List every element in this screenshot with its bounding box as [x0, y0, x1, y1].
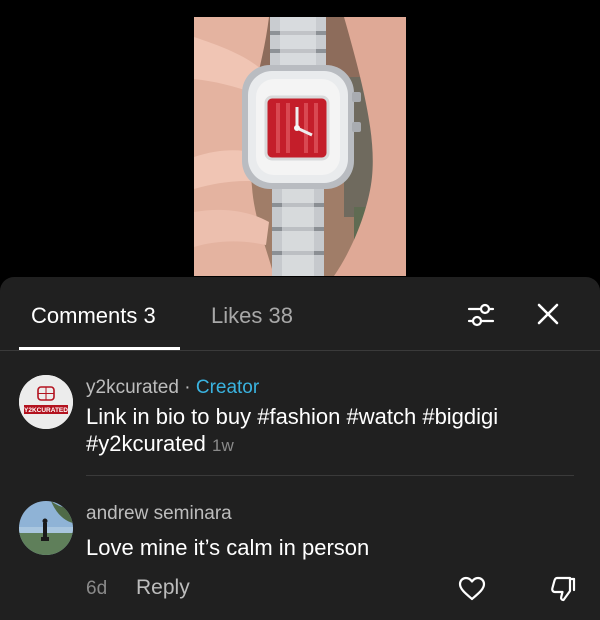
tab-likes[interactable]: Likes 38 [211, 302, 293, 330]
separator-dot: · [184, 377, 191, 398]
comment-time: 1w [211, 436, 234, 455]
comment-username[interactable]: andrew seminara [86, 503, 232, 524]
comment-divider [86, 475, 574, 476]
comment-body: Link in bio to buy #fashion #watch #bigd… [86, 404, 499, 456]
reply-button[interactable]: Reply [136, 576, 190, 600]
tab-comments[interactable]: Comments 3 [31, 302, 156, 330]
creator-badge: Creator [195, 377, 260, 398]
watch-photo [194, 17, 406, 276]
close-icon[interactable] [535, 301, 561, 327]
comment-time: 6d [86, 578, 108, 599]
avatar[interactable]: Y2KCURATED [19, 375, 73, 429]
comment-body: Love mine it’s calm in person [86, 535, 370, 560]
avatar-logo-text: Y2KCURATED [24, 407, 68, 414]
thumbs-down-icon[interactable] [548, 574, 578, 604]
heart-icon[interactable] [457, 574, 487, 604]
comment-header: y2kcurated · Creator [86, 376, 259, 400]
comment-actions: 6d Reply [0, 570, 600, 610]
screen: Comments 3 Likes 38 Y2KCURATED y2kcurate… [0, 0, 600, 620]
avatar[interactable] [19, 501, 73, 555]
comment-username[interactable]: y2kcurated [86, 377, 179, 398]
sheet-tabs: Comments 3 Likes 38 [0, 277, 600, 350]
sliders-icon[interactable] [466, 300, 496, 330]
comment-text: Love mine it’s calm in person [86, 534, 566, 561]
comment-header: andrew seminara [86, 502, 232, 526]
tabs-divider [0, 350, 600, 351]
video-frame[interactable] [194, 17, 406, 276]
comment-text: Link in bio to buy #fashion #watch #bigd… [86, 403, 566, 459]
